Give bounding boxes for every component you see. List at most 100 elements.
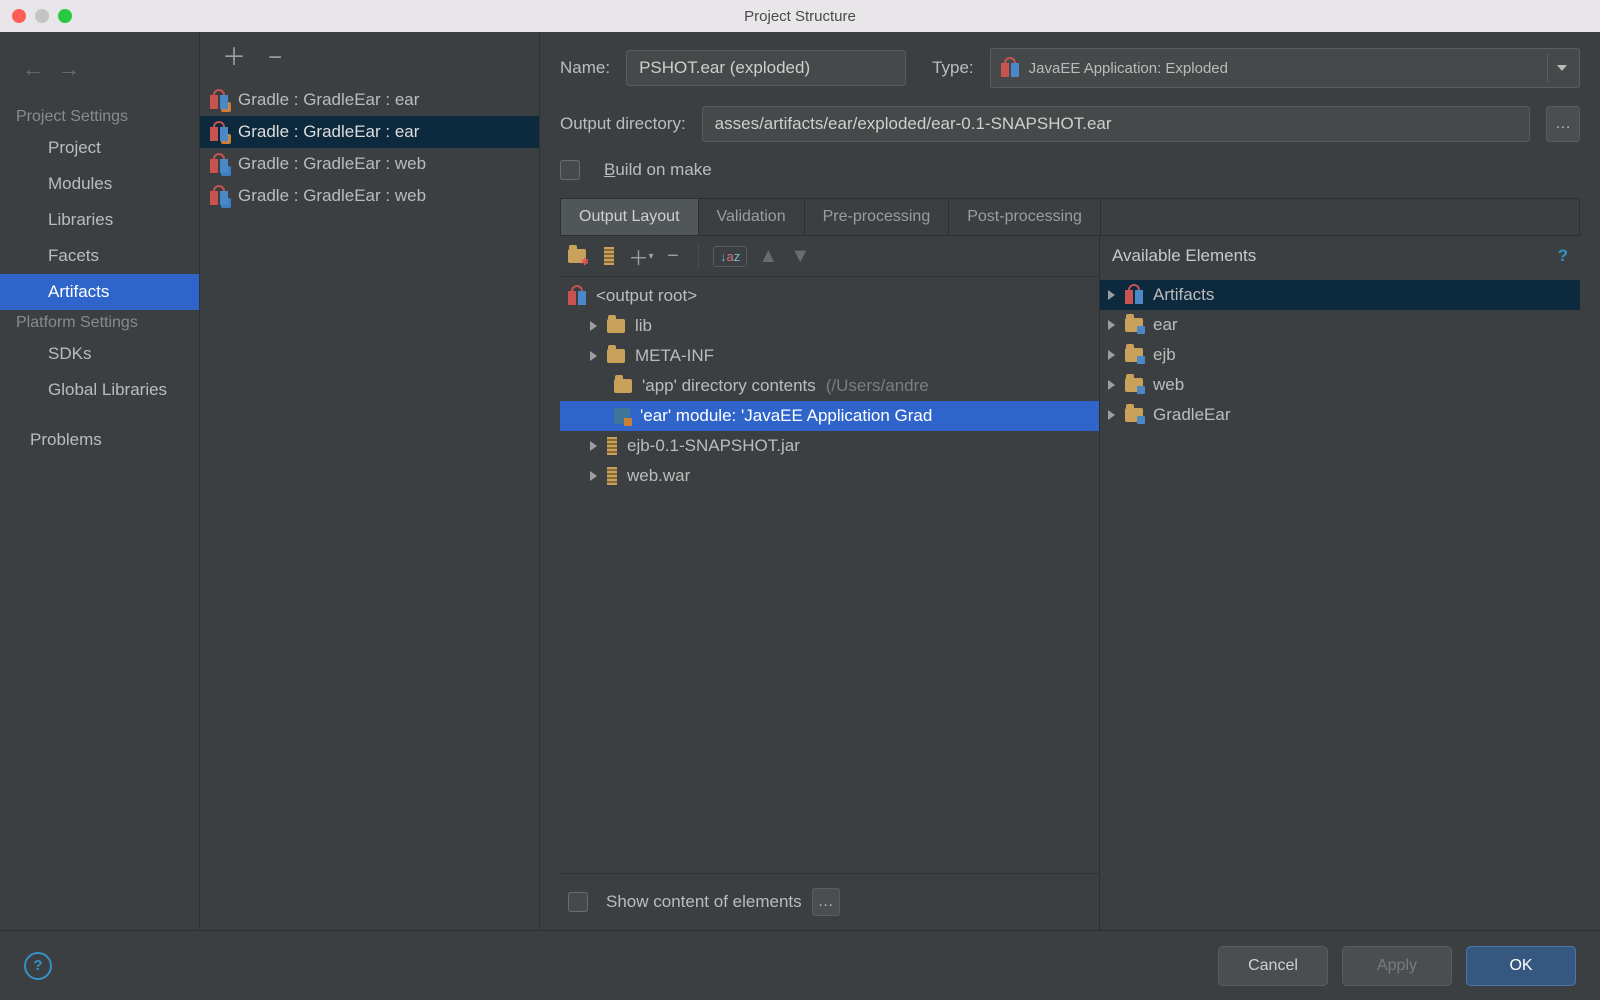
sidebar-item-global-libraries[interactable]: Global Libraries: [0, 372, 199, 408]
tree-label: <output root>: [596, 286, 697, 306]
window-title: Project Structure: [0, 8, 1600, 25]
artifact-item[interactable]: E Gradle : GradleEar : ear: [200, 116, 539, 148]
new-folder-icon[interactable]: [566, 245, 588, 267]
artifact-icon: [1125, 286, 1143, 304]
available-ear[interactable]: ear: [1100, 310, 1580, 340]
output-dir-field[interactable]: [702, 106, 1530, 142]
tree-row-lib[interactable]: lib: [560, 311, 1099, 341]
artifact-item[interactable]: ◦ Gradle : GradleEar : web: [200, 148, 539, 180]
expand-icon[interactable]: [1108, 320, 1115, 330]
sidebar-item-libraries[interactable]: Libraries: [0, 202, 199, 238]
cancel-button[interactable]: Cancel: [1218, 946, 1328, 986]
browse-output-dir-button[interactable]: …: [1546, 106, 1580, 142]
move-up-icon[interactable]: ▲: [757, 245, 779, 267]
tree-label: 'ear' module: 'JavaEE Application Grad: [640, 406, 932, 426]
sort-icon[interactable]: ↓az: [713, 246, 747, 267]
sidebar-item-modules[interactable]: Modules: [0, 166, 199, 202]
tree-label: 'app' directory contents: [642, 376, 816, 396]
artifact-item[interactable]: E Gradle : GradleEar : ear: [200, 84, 539, 116]
expand-icon[interactable]: [590, 471, 597, 481]
expand-icon[interactable]: [590, 441, 597, 451]
tree-row-ear-module[interactable]: 'ear' module: 'JavaEE Application Grad: [560, 401, 1099, 431]
artifact-icon: E: [210, 91, 228, 109]
tree-label: lib: [635, 316, 652, 336]
add-artifact-button[interactable]: ＋: [222, 46, 246, 70]
artifact-label: Gradle : GradleEar : ear: [238, 122, 419, 142]
expand-icon[interactable]: [1108, 350, 1115, 360]
tab-pre-processing[interactable]: Pre-processing: [805, 199, 950, 235]
artifact-label: Gradle : GradleEar : ear: [238, 90, 419, 110]
show-content-more-button[interactable]: …: [812, 888, 840, 916]
tree-row-web-war[interactable]: web.war: [560, 461, 1099, 491]
ok-button[interactable]: OK: [1466, 946, 1576, 986]
artifact-icon: E: [210, 123, 228, 141]
output-layout-toolbar: ＋▾ − ↓az ▲ ▼: [560, 236, 1099, 277]
dialog-footer: ? Cancel Apply OK: [0, 930, 1600, 1000]
help-button[interactable]: ?: [24, 952, 52, 980]
tree-label: ejb-0.1-SNAPSHOT.jar: [627, 436, 800, 456]
section-project-settings: Project Settings: [0, 104, 199, 130]
new-archive-icon[interactable]: [598, 245, 620, 267]
available-ejb[interactable]: ejb: [1100, 340, 1580, 370]
available-artifacts[interactable]: Artifacts: [1100, 280, 1580, 310]
tree-row-ejb-jar[interactable]: ejb-0.1-SNAPSHOT.jar: [560, 431, 1099, 461]
module-folder-icon: [1125, 378, 1143, 392]
tab-validation[interactable]: Validation: [699, 199, 805, 235]
show-content-label: Show content of elements: [606, 892, 802, 912]
expand-icon[interactable]: [1108, 380, 1115, 390]
expand-icon[interactable]: [590, 321, 597, 331]
sidebar-item-facets[interactable]: Facets: [0, 238, 199, 274]
expand-icon[interactable]: [1108, 290, 1115, 300]
move-down-icon[interactable]: ▼: [789, 245, 811, 267]
section-platform-settings: Platform Settings: [0, 310, 199, 336]
available-elements-header: Available Elements: [1112, 246, 1256, 266]
detail-tabs: Output Layout Validation Pre-processing …: [560, 198, 1580, 236]
sidebar-item-sdks[interactable]: SDKs: [0, 336, 199, 372]
tree-label: META-INF: [635, 346, 714, 366]
remove-icon[interactable]: −: [662, 245, 684, 267]
output-layout-tree: <output root> lib META-INF 'app': [560, 277, 1099, 873]
expand-icon[interactable]: [590, 351, 597, 361]
available-elements-help-icon[interactable]: ?: [1558, 246, 1568, 266]
type-combo[interactable]: JavaEE Application: Exploded: [990, 48, 1580, 88]
artifact-item[interactable]: ◦ Gradle : GradleEar : web: [200, 180, 539, 212]
module-folder-icon: [1125, 408, 1143, 422]
module-icon: [614, 408, 630, 424]
nav-back-icon[interactable]: ←: [22, 56, 44, 82]
name-field[interactable]: [626, 50, 906, 86]
nav-forward-icon[interactable]: →: [58, 56, 80, 82]
chevron-down-icon: [1547, 54, 1575, 82]
apply-button[interactable]: Apply: [1342, 946, 1452, 986]
titlebar: Project Structure: [0, 0, 1600, 32]
type-label: Type:: [932, 58, 974, 78]
available-gradle-ear[interactable]: GradleEar: [1100, 400, 1580, 430]
tree-row-output-root[interactable]: <output root>: [560, 281, 1099, 311]
add-copy-icon[interactable]: ＋▾: [630, 245, 652, 267]
remove-artifact-button[interactable]: −: [268, 46, 282, 70]
artifact-label: Gradle : GradleEar : web: [238, 186, 426, 206]
build-on-make-label: Build on make: [604, 160, 712, 180]
show-content-checkbox[interactable]: [568, 892, 588, 912]
artifact-type-icon: [1001, 59, 1019, 77]
available-web[interactable]: web: [1100, 370, 1580, 400]
folder-icon: [614, 379, 632, 393]
sidebar-item-project[interactable]: Project: [0, 130, 199, 166]
tree-label: web: [1153, 375, 1184, 395]
tree-label: ear: [1153, 315, 1178, 335]
output-dir-label: Output directory:: [560, 114, 686, 134]
artifact-detail-panel: Name: Type: JavaEE Application: Exploded…: [540, 32, 1600, 930]
sidebar-item-artifacts[interactable]: Artifacts: [0, 274, 199, 310]
tree-row-app-dir[interactable]: 'app' directory contents (/Users/andre: [560, 371, 1099, 401]
artifact-icon: ◦: [210, 187, 228, 205]
tree-label: GradleEar: [1153, 405, 1230, 425]
tree-row-meta-inf[interactable]: META-INF: [560, 341, 1099, 371]
sidebar-item-problems[interactable]: Problems: [0, 422, 199, 458]
artifact-icon: [568, 287, 586, 305]
type-value: JavaEE Application: Exploded: [1029, 60, 1228, 77]
tab-post-processing[interactable]: Post-processing: [949, 199, 1101, 235]
sidebar: ← → Project Settings Project Modules Lib…: [0, 32, 200, 930]
expand-icon[interactable]: [1108, 410, 1115, 420]
tree-label: web.war: [627, 466, 690, 486]
tab-output-layout[interactable]: Output Layout: [561, 199, 699, 235]
build-on-make-checkbox[interactable]: [560, 160, 580, 180]
